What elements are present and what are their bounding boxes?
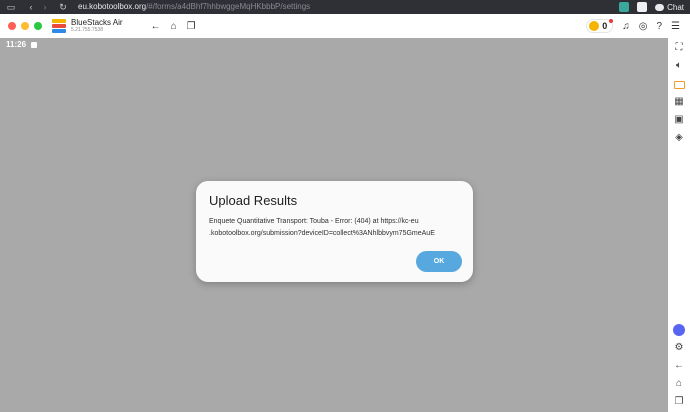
notification-bell-icon[interactable]: ♫ xyxy=(622,21,630,32)
upload-results-dialog: Upload Results Enquete Quantitative Tran… xyxy=(196,181,473,282)
menu-icon[interactable]: ☰ xyxy=(671,21,680,32)
extension-icon[interactable] xyxy=(619,2,630,12)
app-version: 5.21.755.7538 xyxy=(71,27,103,33)
android-back-icon[interactable]: ← xyxy=(668,360,690,372)
android-recents-icon[interactable]: ❐ xyxy=(668,396,690,408)
settings-icon[interactable]: ⚙ xyxy=(668,342,690,354)
status-bar: 11:26 xyxy=(6,40,38,49)
sidebar-toggle-icon[interactable]: ▭ xyxy=(4,0,18,14)
chat-label: Chat xyxy=(667,2,684,12)
account-icon[interactable]: ◎ xyxy=(639,21,648,32)
address-bar[interactable]: eu.kobotoolbox.org/#/forms/a4dBhf7hhbwgg… xyxy=(78,0,538,14)
coin-icon xyxy=(589,21,600,31)
extension-icon-2[interactable] xyxy=(637,2,648,12)
bluestacks-titlebar: BlueStacks Air 5.21.755.7538 ← ⌂ ❐ 0 ♫ ◎… xyxy=(0,14,690,38)
dialog-title: Upload Results xyxy=(209,193,298,208)
url-path: /#/forms/a4dBhf7hhbwggeMqHKbbbP/settings xyxy=(146,2,311,11)
ok-button[interactable]: OK xyxy=(416,251,462,272)
reload-icon[interactable]: ↻ xyxy=(56,0,70,14)
notification-dot xyxy=(609,19,614,23)
status-notification-icon xyxy=(31,41,38,48)
dialog-message-line-2: .kobotoolbox.org/submission?deviceID=col… xyxy=(209,230,435,237)
maximize-window-button[interactable] xyxy=(34,22,42,30)
back-icon[interactable]: ‹ xyxy=(24,0,38,14)
bluestacks-logo-icon xyxy=(52,19,66,33)
screenshot-icon[interactable]: ▣ xyxy=(668,114,690,126)
coin-counter[interactable]: 0 xyxy=(586,19,614,33)
url-host: eu.kobotoolbox.org xyxy=(78,2,147,11)
discord-icon[interactable] xyxy=(673,324,685,336)
coin-value: 0 xyxy=(602,21,608,31)
volume-icon[interactable]: 🔈︎ xyxy=(668,60,690,72)
dialog-message-line-1: Enquete Quantitative Transport: Touba - … xyxy=(209,218,419,225)
layers-icon[interactable]: ◈ xyxy=(668,132,690,144)
dialog-message: Enquete Quantitative Transport: Touba - … xyxy=(209,216,471,240)
close-window-button[interactable] xyxy=(8,22,16,30)
bluestacks-sidebar: ⛶ 🔈︎ ▦ ▣ ◈ ⚙ ← ⌂ ❐ xyxy=(668,38,690,412)
chat-button[interactable]: Chat xyxy=(655,3,684,12)
minimize-window-button[interactable] xyxy=(21,22,29,30)
bs-tabs-icon[interactable]: ❐ xyxy=(187,21,196,32)
help-icon[interactable]: ? xyxy=(656,21,662,32)
app-title: BlueStacks Air xyxy=(71,18,123,27)
chat-icon xyxy=(655,3,665,11)
status-clock: 11:26 xyxy=(6,40,27,49)
forward-icon[interactable]: › xyxy=(38,0,52,14)
android-home-icon[interactable]: ⌂ xyxy=(668,378,690,390)
bs-back-icon[interactable]: ← xyxy=(151,21,161,32)
media-manager-icon[interactable]: ▦ xyxy=(668,96,690,108)
keyboard-controls-icon[interactable] xyxy=(674,81,685,89)
browser-toolbar: ▭ ‹ › ↻ eu.kobotoolbox.org/#/forms/a4dBh… xyxy=(0,0,690,14)
bs-home-icon[interactable]: ⌂ xyxy=(171,21,177,32)
fullscreen-icon[interactable]: ⛶ xyxy=(668,42,690,54)
